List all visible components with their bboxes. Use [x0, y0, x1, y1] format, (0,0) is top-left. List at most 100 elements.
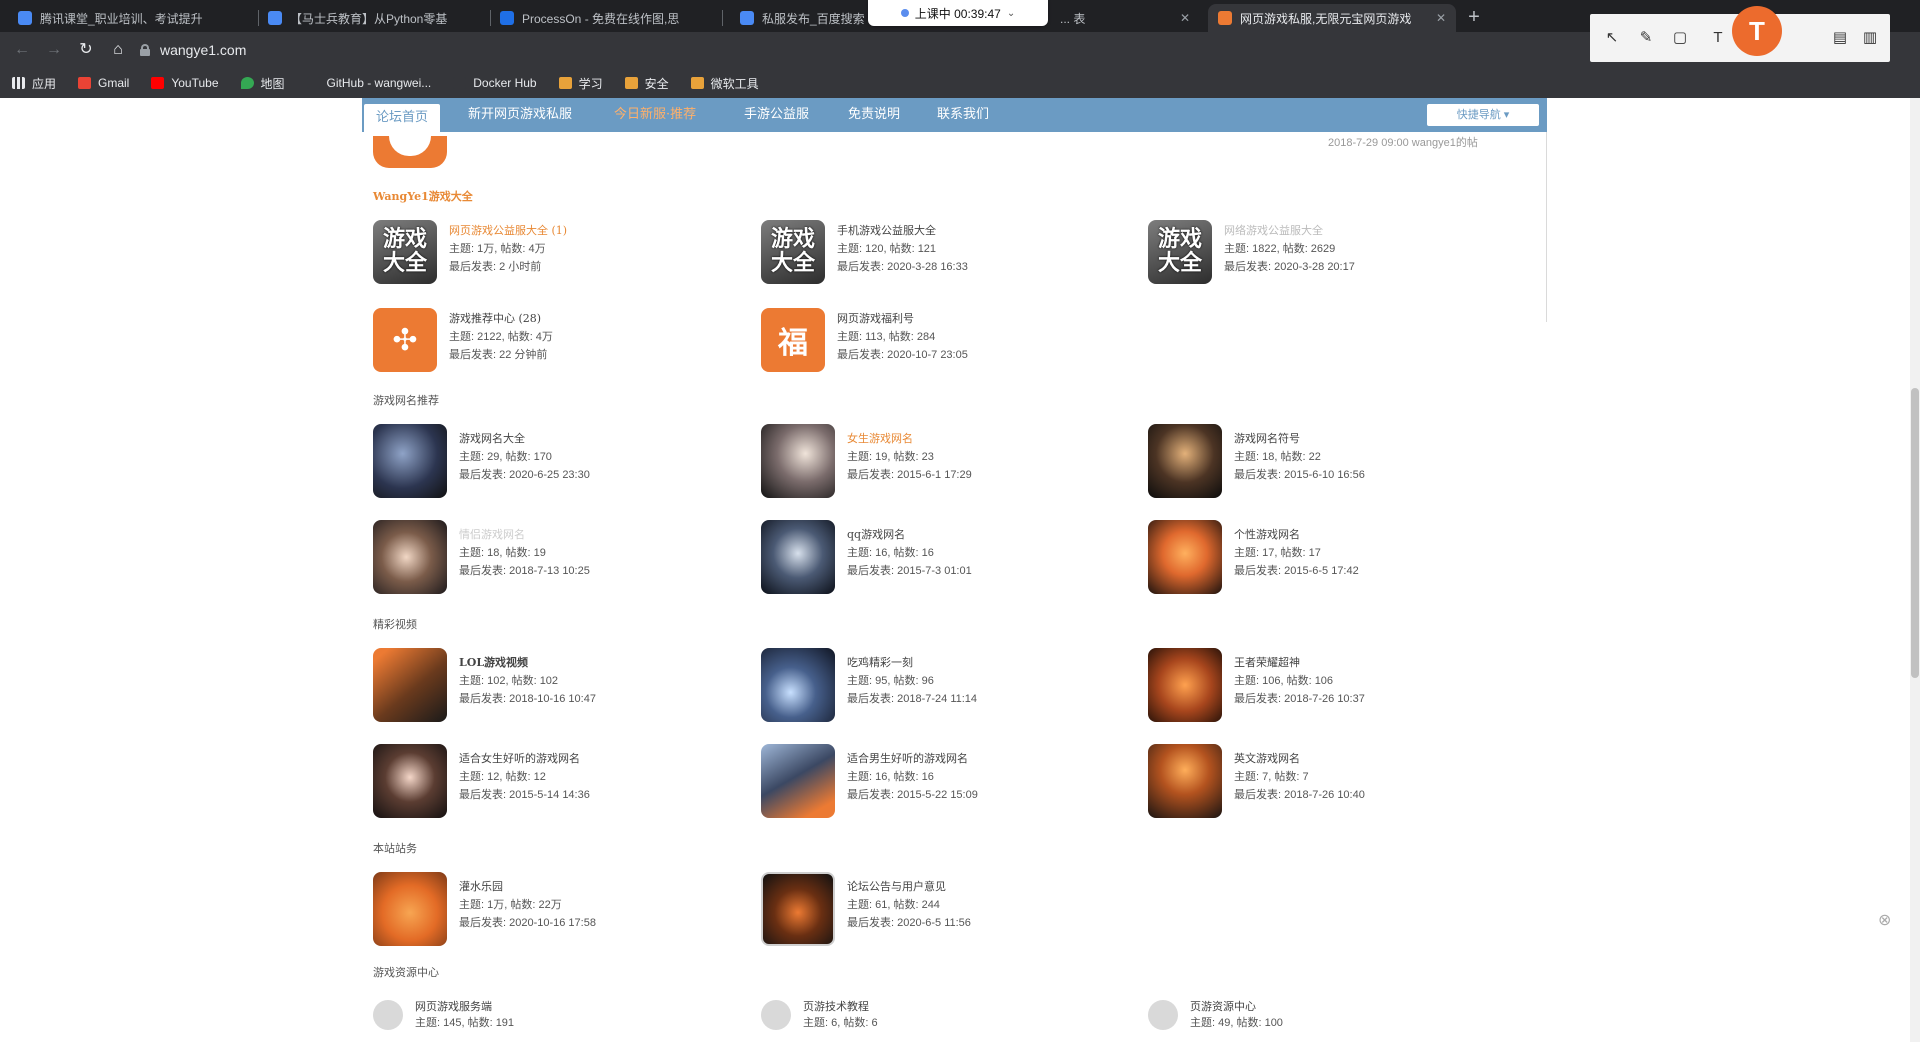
close-icon[interactable]: ▥ [1860, 28, 1880, 48]
forum-entry[interactable]: 适合女生好听的游戏网名 主题: 12, 帖数: 12 最后发表: 2015-5-… [373, 744, 753, 820]
url-text: wangye1.com [160, 42, 247, 58]
forum-entry[interactable]: 个性游戏网名 主题: 17, 帖数: 17 最后发表: 2015-6-5 17:… [1148, 520, 1528, 596]
forum-entry[interactable]: 适合男生好听的游戏网名 主题: 16, 帖数: 16 最后发表: 2015-5-… [761, 744, 1141, 820]
forum-avatar-image [373, 648, 447, 722]
live-dot-icon [900, 9, 909, 17]
forum-name[interactable]: qq游戏网名 [847, 526, 905, 542]
forum-name[interactable]: 女生游戏网名 [847, 430, 913, 446]
close-tab-icon[interactable]: ✕ [1174, 11, 1190, 25]
bookmark-label: 安全 [644, 76, 669, 91]
forum-entry[interactable]: 情侣游戏网名 主题: 18, 帖数: 19 最后发表: 2018-7-13 10… [373, 520, 753, 596]
forum-name[interactable]: 网页游戏服务端 [415, 998, 492, 1014]
forum-entry[interactable]: ✣ 游戏推荐中心 (28) 主题: 2122, 帖数: 4万 最后发表: 22 … [373, 308, 753, 384]
forum-entry[interactable]: 女生游戏网名 主题: 19, 帖数: 23 最后发表: 2015-6-1 17:… [761, 424, 1141, 500]
nav-forum-home[interactable]: 论坛首页 [364, 104, 441, 132]
save-icon[interactable]: ▤ [1830, 28, 1850, 48]
text-icon[interactable]: T [1708, 28, 1728, 48]
forum-name[interactable]: 页游资源中心 [1190, 998, 1256, 1014]
reload-button[interactable]: ↻ [74, 38, 98, 62]
nav-contact-us[interactable]: 联系我们 [937, 98, 989, 132]
forum-entry[interactable]: 论坛公告与用户意见 主题: 61, 帖数: 244 最后发表: 2020-6-5… [761, 872, 1141, 948]
tab-title: ... 表 [1060, 11, 1086, 26]
forum-entry[interactable]: 王者荣耀超神 主题: 106, 帖数: 106 最后发表: 2018-7-26 … [1148, 648, 1528, 724]
forum-name[interactable]: 网页游戏公益服大全 (1) [449, 222, 567, 238]
page-scrollbar[interactable] [1910, 98, 1920, 1042]
tab-unknown[interactable]: ... 表 ✕ [1050, 4, 1200, 32]
forum-name[interactable]: 适合男生好听的游戏网名 [847, 750, 968, 766]
forum-name[interactable]: 游戏网名符号 [1234, 430, 1300, 446]
bookmark-youtube[interactable]: YouTube [151, 76, 219, 90]
forum-stats: 主题: 2122, 帖数: 4万 [449, 331, 553, 343]
nav-disclaimer[interactable]: 免责说明 [848, 98, 900, 132]
forum-default-icon [1148, 1000, 1178, 1030]
forum-stats: 主题: 113, 帖数: 284 [837, 331, 936, 343]
forum-entry[interactable]: 游戏网名符号 主题: 18, 帖数: 22 最后发表: 2015-6-10 16… [1148, 424, 1528, 500]
back-button[interactable]: ← [10, 38, 34, 62]
home-button[interactable]: ⌂ [106, 38, 130, 62]
tab-tencent-classroom[interactable]: 腾讯课堂_职业培训、考试提升 [8, 4, 258, 32]
forum-entry[interactable]: 吃鸡精彩一刻 主题: 95, 帖数: 96 最后发表: 2018-7-24 11… [761, 648, 1141, 724]
class-timer-badge[interactable]: 上课中 00:39:47 ⌄ [868, 0, 1048, 26]
forum-entry[interactable]: 网页游戏服务端 主题: 145, 帖数: 191 [373, 996, 753, 1042]
forum-name[interactable]: 论坛公告与用户意见 [847, 878, 946, 894]
forum-last-post: 最后发表: 2018-7-26 10:40 [1234, 789, 1365, 801]
rectangle-icon[interactable]: ▢ [1670, 28, 1690, 48]
forum-entry[interactable]: 灌水乐园 主题: 1万, 帖数: 22万 最后发表: 2020-10-16 17… [373, 872, 753, 948]
forum-name[interactable]: 英文游戏网名 [1234, 750, 1300, 766]
bookmark-folder-ms-tools[interactable]: 微软工具 [690, 75, 759, 92]
bookmark-github[interactable]: GitHub - wangwei... [306, 76, 432, 90]
forward-button[interactable]: → [42, 38, 66, 62]
forum-entry[interactable]: qq游戏网名 主题: 16, 帖数: 16 最后发表: 2015-7-3 01:… [761, 520, 1141, 596]
forum-entry[interactable]: 游戏 大全 手机游戏公益服大全 主题: 120, 帖数: 121 最后发表: 20… [761, 220, 1141, 296]
section-title: 精彩视频 [373, 618, 417, 631]
tab-baidu-search[interactable]: 私服发布_百度搜索 [730, 4, 880, 32]
tab-wangye1[interactable]: 网页游戏私服,无限元宝网页游戏 ✕ [1208, 4, 1456, 32]
tab-processon[interactable]: ProcessOn - 免费在线作图,思 [490, 4, 722, 32]
forum-entry[interactable]: 游戏网名大全 主题: 29, 帖数: 170 最后发表: 2020-6-25 2… [373, 424, 753, 500]
bookmark-gmail[interactable]: Gmail [78, 76, 129, 90]
quick-nav-button[interactable]: 快捷导航 ▾ [1427, 104, 1539, 126]
pointer-icon[interactable]: ↖ [1602, 28, 1622, 48]
baidu-favicon-icon [740, 11, 754, 25]
tab-title: 私服发布_百度搜索 [762, 11, 865, 26]
forum-default-icon [761, 1000, 791, 1030]
nav-today-new-servers[interactable]: 今日新服·推荐 [614, 98, 696, 132]
forum-name[interactable]: 灌水乐园 [459, 878, 503, 894]
bookmark-maps[interactable]: 地图 [240, 75, 285, 92]
forum-name[interactable]: 手机游戏公益服大全 [837, 222, 936, 238]
nav-new-webgame-servers[interactable]: 新开网页游戏私服 [468, 98, 572, 132]
forum-name[interactable]: LOL游戏视频 [459, 654, 528, 670]
bookmark-label: GitHub - wangwei... [326, 76, 432, 90]
forum-name[interactable]: 个性游戏网名 [1234, 526, 1300, 542]
pen-icon[interactable]: ✎ [1636, 28, 1656, 48]
forum-entry[interactable]: 游戏 大全 网络游戏公益服大全 主题: 1822, 帖数: 2629 最后发表: … [1148, 220, 1528, 296]
lock-icon [140, 44, 150, 56]
forum-entry[interactable]: 福 网页游戏福利号 主题: 113, 帖数: 284 最后发表: 2020-10… [761, 308, 1141, 384]
address-bar[interactable]: wangye1.com [140, 37, 1580, 63]
forum-entry[interactable]: 英文游戏网名 主题: 7, 帖数: 7 最后发表: 2018-7-26 10:4… [1148, 744, 1528, 820]
bookmark-apps[interactable]: 应用 [12, 75, 56, 92]
forum-name[interactable]: 吃鸡精彩一刻 [847, 654, 913, 670]
nav-mobile-servers[interactable]: 手游公益服 [744, 98, 809, 132]
forum-name[interactable]: 游戏推荐中心 (28) [449, 310, 541, 326]
bookmark-folder-study[interactable]: 学习 [558, 75, 603, 92]
close-tab-icon[interactable]: ✕ [1430, 11, 1446, 25]
bookmark-dockerhub[interactable]: Docker Hub [453, 76, 537, 90]
forum-name[interactable]: 游戏网名大全 [459, 430, 525, 446]
forum-last-post: 最后发表: 2018-7-13 10:25 [459, 565, 590, 577]
forum-name[interactable]: 网页游戏福利号 [837, 310, 914, 326]
forum-name[interactable]: 适合女生好听的游戏网名 [459, 750, 580, 766]
forum-name[interactable]: 王者荣耀超神 [1234, 654, 1300, 670]
forum-name[interactable]: 情侣游戏网名 [459, 526, 525, 542]
bookmark-folder-security[interactable]: 安全 [624, 75, 669, 92]
forum-name[interactable]: 页游技术教程 [803, 998, 869, 1014]
new-tab-button[interactable]: + [1460, 4, 1488, 32]
forum-entry[interactable]: 页游资源中心 主题: 49, 帖数: 100 [1148, 996, 1528, 1042]
forum-name[interactable]: 网络游戏公益服大全 [1224, 222, 1323, 238]
scrollbar-thumb[interactable] [1911, 388, 1919, 678]
tab-mashibing[interactable]: 【马士兵教育】从Python零基 [258, 4, 490, 32]
forum-entry[interactable]: 游戏 大全 网页游戏公益服大全 (1) 主题: 1万, 帖数: 4万 最后发表: … [373, 220, 753, 296]
forum-entry[interactable]: 页游技术教程 主题: 6, 帖数: 6 [761, 996, 1141, 1042]
back-to-top-icon[interactable]: ⊗ [1878, 910, 1900, 932]
forum-entry[interactable]: LOL游戏视频 主题: 102, 帖数: 102 最后发表: 2018-10-1… [373, 648, 753, 724]
